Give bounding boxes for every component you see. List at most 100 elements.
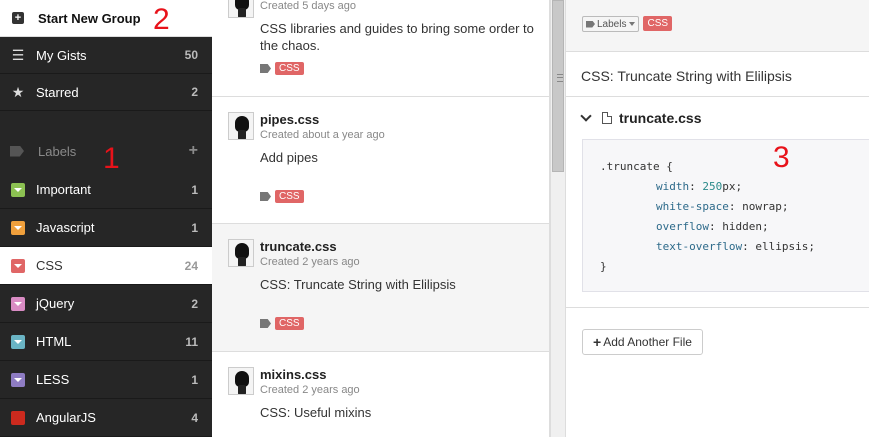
code-line: overflow: hidden; xyxy=(656,220,769,233)
label-color-swatch xyxy=(11,372,25,387)
code-close: } xyxy=(600,260,607,273)
gist-description: CSS: Useful mixins xyxy=(260,405,372,420)
annotation-number-1: 1 xyxy=(103,142,120,175)
tag-icon xyxy=(586,20,595,28)
code-line: white-space: nowrap; xyxy=(656,200,789,213)
sidebar-item-starred[interactable]: ★ Starred 2 xyxy=(0,74,212,111)
sidebar-label-jquery[interactable]: jQuery 2 xyxy=(0,285,212,323)
tag-badge[interactable]: CSS xyxy=(275,62,304,75)
chevron-down-icon[interactable] xyxy=(580,110,592,122)
label-count: 24 xyxy=(184,258,198,273)
sidebar-label-javascript[interactable]: Javascript 1 xyxy=(0,209,212,247)
plus-square-icon: + xyxy=(12,12,24,24)
sidebar-label-css[interactable]: CSS 24 xyxy=(0,247,212,285)
sidebar-label-less[interactable]: LESS 1 xyxy=(0,361,212,399)
add-file-label: Add Another File xyxy=(603,335,692,349)
gist-description: CSS libraries and guides to bring some o… xyxy=(260,21,534,53)
labels-dropdown[interactable]: Labels xyxy=(582,16,640,32)
tag-icon xyxy=(260,64,271,73)
gist-detail-pane: Labels CSS CSS: Truncate String with Eli… xyxy=(566,0,869,437)
gist-created: Created 2 years ago xyxy=(260,256,360,268)
label-name: jQuery xyxy=(36,296,75,311)
label-name: Important xyxy=(36,182,91,197)
avatar xyxy=(228,367,254,395)
gist-list-item[interactable]: mixins.css Created 2 years ago CSS: Usef… xyxy=(212,352,549,437)
scrollbar-thumb[interactable] xyxy=(552,0,564,172)
gist-title: pipes.css xyxy=(260,112,320,127)
tag-badge[interactable]: CSS xyxy=(275,317,304,330)
tag-icon xyxy=(260,192,271,201)
gist-created: Created about a year ago xyxy=(260,129,385,141)
label-count: 1 xyxy=(191,372,198,387)
plus-icon: + xyxy=(593,334,602,350)
label-count: 1 xyxy=(191,182,198,197)
list-icon: ☰ xyxy=(11,46,25,63)
tag-badge[interactable]: CSS xyxy=(275,190,304,203)
label-color-swatch xyxy=(11,410,25,425)
gist-title: mixins.css xyxy=(260,367,327,382)
label-color-swatch xyxy=(11,220,25,235)
label-color-swatch xyxy=(11,258,25,273)
sidebar-item-count: 50 xyxy=(184,48,198,62)
gist-list-scrollbar[interactable] xyxy=(550,0,566,437)
label-count: 2 xyxy=(191,296,198,311)
gist-created: Created 2 years ago xyxy=(260,384,360,396)
annotation-number-3: 3 xyxy=(773,141,790,174)
tags-icon xyxy=(10,145,24,157)
label-color-swatch xyxy=(11,296,25,311)
sidebar-label-angularjs[interactable]: AngularJS 4 xyxy=(0,399,212,437)
divider xyxy=(566,307,869,308)
code-selector: .truncate { xyxy=(600,160,673,173)
label-name: AngularJS xyxy=(36,410,96,425)
gist-list: Created 5 days ago CSS libraries and gui… xyxy=(212,0,550,437)
avatar xyxy=(228,112,254,140)
gist-list-item[interactable]: Created 5 days ago CSS libraries and gui… xyxy=(212,0,549,97)
gist-list-item-selected[interactable]: truncate.css Created 2 years ago CSS: Tr… xyxy=(212,224,549,352)
start-new-group-label: Start New Group xyxy=(38,10,141,26)
gist-tags: CSS xyxy=(260,190,549,203)
sidebar-label-html[interactable]: HTML 11 xyxy=(0,323,212,361)
gist-tags: CSS xyxy=(260,317,549,330)
label-count: 1 xyxy=(191,220,198,235)
tag-badge[interactable]: CSS xyxy=(643,16,673,31)
label-count: 11 xyxy=(185,334,198,349)
label-color-swatch xyxy=(11,182,25,197)
gist-description: CSS: Truncate String with Elilipsis xyxy=(260,277,456,292)
labels-dropdown-label: Labels xyxy=(597,18,627,30)
file-name: truncate.css xyxy=(619,110,702,126)
gist-description: Add pipes xyxy=(260,150,318,165)
code-block: .truncate { width: 250px; white-space: n… xyxy=(582,139,869,292)
sidebar-label-important[interactable]: Important 1 xyxy=(0,171,212,209)
gist-title: truncate.css xyxy=(260,239,337,254)
file-icon xyxy=(602,112,612,124)
sidebar-item-label: Starred xyxy=(36,84,79,100)
tag-icon xyxy=(260,319,271,328)
star-icon: ★ xyxy=(11,83,25,100)
add-another-file-button[interactable]: + Add Another File xyxy=(582,329,703,355)
label-name: CSS xyxy=(36,258,63,273)
caret-down-icon xyxy=(629,22,636,26)
gist-tags: CSS xyxy=(260,62,549,75)
label-count: 4 xyxy=(191,410,198,425)
label-name: Javascript xyxy=(36,220,95,235)
sidebar-item-my-gists[interactable]: ☰ My Gists 50 xyxy=(0,37,212,74)
code-line: text-overflow: ellipsis; xyxy=(656,240,815,253)
annotation-number-2: 2 xyxy=(153,3,170,36)
sidebar-item-label: My Gists xyxy=(36,47,87,63)
avatar xyxy=(228,239,254,267)
gist-created: Created 5 days ago xyxy=(260,0,357,12)
label-name: LESS xyxy=(36,372,70,387)
label-name: HTML xyxy=(36,334,72,349)
gist-detail-description: CSS: Truncate String with Elilipsis xyxy=(566,52,869,97)
gist-list-item[interactable]: pipes.css Created about a year ago Add p… xyxy=(212,97,549,224)
file-header[interactable]: truncate.css xyxy=(566,97,869,139)
sidebar-item-count: 2 xyxy=(191,85,198,99)
detail-toolbar: Labels CSS xyxy=(566,0,869,52)
label-color-swatch xyxy=(11,334,25,349)
grip-icon xyxy=(557,74,563,82)
add-label-icon[interactable]: + xyxy=(189,142,198,160)
avatar xyxy=(228,0,254,18)
sidebar: + Start New Group ☰ My Gists 50 ★ Starre… xyxy=(0,0,212,437)
start-new-group-button[interactable]: + Start New Group xyxy=(0,0,212,37)
code-line: width: 250px; xyxy=(656,180,743,193)
